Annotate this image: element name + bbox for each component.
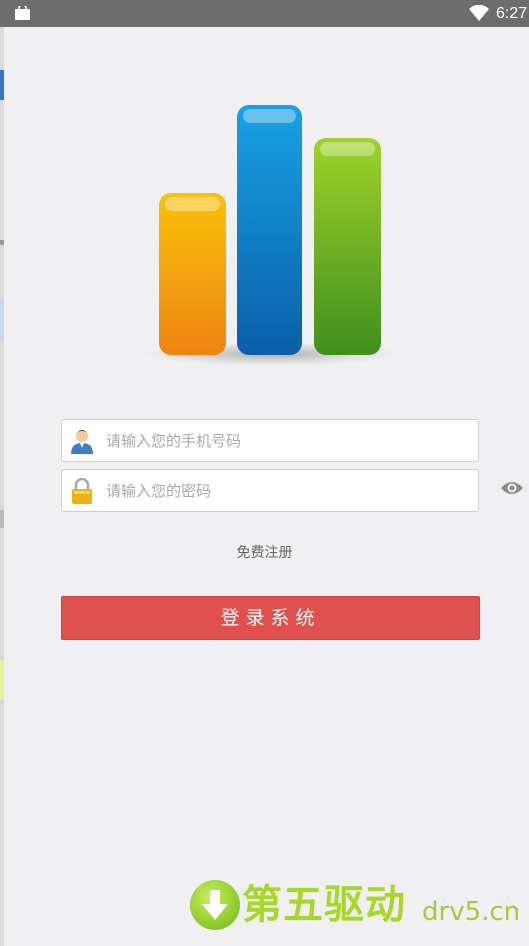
watermark-cn-text: 第五驱动 [242, 882, 406, 928]
status-time: 6:27 [496, 5, 528, 22]
watermark-url-text: drv5.cn [422, 897, 521, 927]
status-bar: 6:27 [0, 0, 529, 27]
download-arrow-icon [202, 890, 228, 920]
phone-field[interactable] [61, 419, 479, 462]
wifi-icon [469, 5, 489, 21]
lock-icon [72, 478, 92, 504]
user-avatar-icon [71, 430, 93, 454]
watermark: 第五驱动 drv5.cn [190, 878, 520, 936]
show-password-eye-icon[interactable] [500, 479, 524, 497]
left-window-edge [0, 0, 4, 946]
register-row: 免费注册 [0, 544, 529, 562]
login-button[interactable]: 登录系统 [61, 596, 480, 640]
free-register-link[interactable]: 免费注册 [237, 545, 293, 561]
app-logo-bar-chart-icon [143, 105, 399, 366]
phone-input[interactable] [106, 420, 466, 461]
shopping-bag-icon [15, 6, 30, 20]
password-input[interactable] [106, 470, 466, 511]
password-field[interactable] [61, 469, 479, 512]
